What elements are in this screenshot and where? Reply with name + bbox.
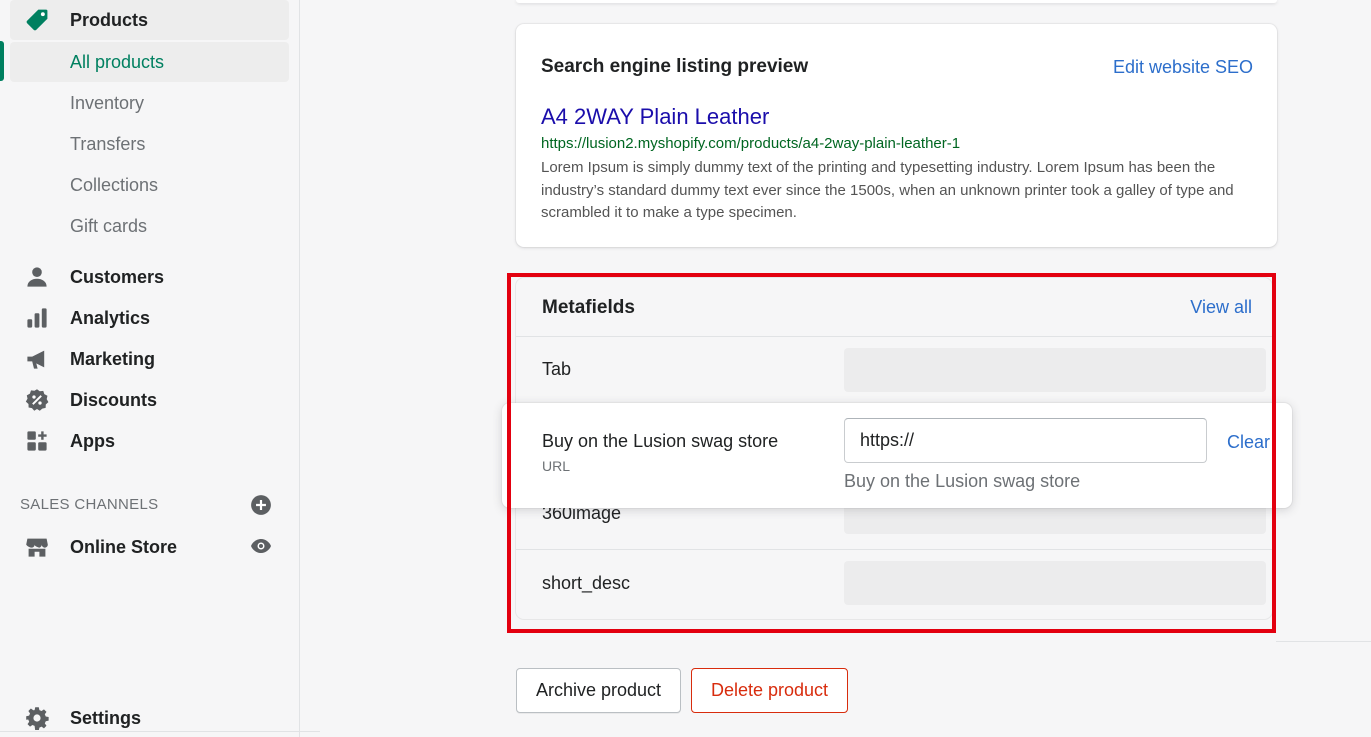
metafield-edit-row: Buy on the Lusion swag store URL Clear B… bbox=[502, 403, 1292, 508]
tag-icon bbox=[24, 7, 50, 33]
delete-product-button[interactable]: Delete product bbox=[691, 668, 848, 713]
metafield-edit-label: Buy on the Lusion swag store bbox=[542, 431, 779, 451]
seo-url: https://lusion2.myshopify.com/products/a… bbox=[541, 135, 961, 152]
nav-products[interactable]: Products bbox=[10, 0, 289, 40]
nav-marketing[interactable]: Marketing bbox=[10, 339, 289, 379]
nav-all-products[interactable]: All products bbox=[10, 42, 289, 82]
metafield-value-field[interactable] bbox=[844, 348, 1266, 392]
person-icon bbox=[24, 264, 50, 290]
nav-collections-label: Collections bbox=[70, 174, 159, 195]
nav-products-label: Products bbox=[70, 9, 149, 30]
apps-icon bbox=[24, 428, 50, 454]
discount-icon bbox=[24, 387, 50, 413]
nav-analytics[interactable]: Analytics bbox=[10, 298, 289, 338]
archive-product-button[interactable]: Archive product bbox=[516, 668, 681, 713]
nav-online-store-label: Online Store bbox=[70, 536, 178, 557]
megaphone-icon bbox=[24, 346, 50, 372]
nav-inventory-label: Inventory bbox=[70, 92, 145, 113]
nav-apps[interactable]: Apps bbox=[10, 421, 289, 461]
seo-description: Lorem Ipsum is simply dummy text of the … bbox=[541, 159, 1234, 221]
nav-discounts[interactable]: Discounts bbox=[10, 380, 289, 420]
clear-button[interactable]: Clear bbox=[1227, 432, 1270, 453]
nav-apps-label: Apps bbox=[70, 430, 115, 451]
seo-card-title: Search engine listing preview bbox=[541, 56, 809, 77]
metafield-help-text: Buy on the Lusion swag store bbox=[844, 471, 1081, 491]
sales-channels-heading: SALES CHANNELS bbox=[20, 496, 159, 513]
gear-icon bbox=[24, 705, 50, 731]
nav-gift-cards[interactable]: Gift cards bbox=[10, 206, 289, 246]
metafield-label: Tab bbox=[542, 359, 572, 379]
nav-all-products-label: All products bbox=[70, 51, 165, 72]
previous-card-edge bbox=[516, 0, 1277, 3]
metafield-row-tab: Tab bbox=[516, 336, 1272, 407]
seo-page-title: A4 2WAY Plain Leather bbox=[541, 104, 770, 129]
nav-gift-cards-label: Gift cards bbox=[70, 215, 148, 236]
view-store-eye-icon[interactable] bbox=[250, 537, 272, 555]
metafields-title: Metafields bbox=[542, 297, 635, 318]
nav-collections[interactable]: Collections bbox=[10, 165, 289, 205]
page-divider bbox=[1276, 641, 1371, 642]
nav-analytics-label: Analytics bbox=[70, 307, 151, 328]
nav-customers-label: Customers bbox=[70, 266, 165, 287]
nav-inventory[interactable]: Inventory bbox=[10, 83, 289, 123]
store-icon bbox=[24, 534, 50, 560]
nav-marketing-label: Marketing bbox=[70, 348, 156, 369]
edit-website-seo-link[interactable]: Edit website SEO bbox=[1113, 57, 1253, 78]
metafield-label: short_desc bbox=[542, 573, 631, 593]
bar-chart-icon bbox=[24, 305, 50, 331]
settings-divider bbox=[0, 731, 320, 732]
seo-preview-card: Search engine listing preview Edit websi… bbox=[516, 24, 1277, 247]
add-sales-channel-icon[interactable] bbox=[250, 494, 272, 516]
nav-transfers-label: Transfers bbox=[70, 133, 146, 154]
nav-settings-label: Settings bbox=[70, 707, 142, 728]
nav-discounts-label: Discounts bbox=[70, 389, 158, 410]
nav-online-store[interactable]: Online Store bbox=[10, 527, 289, 567]
active-indicator bbox=[0, 41, 4, 81]
metafield-url-input[interactable] bbox=[844, 418, 1207, 463]
metafield-type: URL bbox=[542, 458, 571, 474]
metafield-value-field[interactable] bbox=[844, 561, 1266, 605]
nav-transfers[interactable]: Transfers bbox=[10, 124, 289, 164]
nav-customers[interactable]: Customers bbox=[10, 257, 289, 297]
metafield-row-short-desc: short_desc bbox=[516, 549, 1272, 619]
sidebar: Products All products Inventory Transfer… bbox=[0, 0, 300, 737]
view-all-metafields-link[interactable]: View all bbox=[1190, 297, 1252, 318]
